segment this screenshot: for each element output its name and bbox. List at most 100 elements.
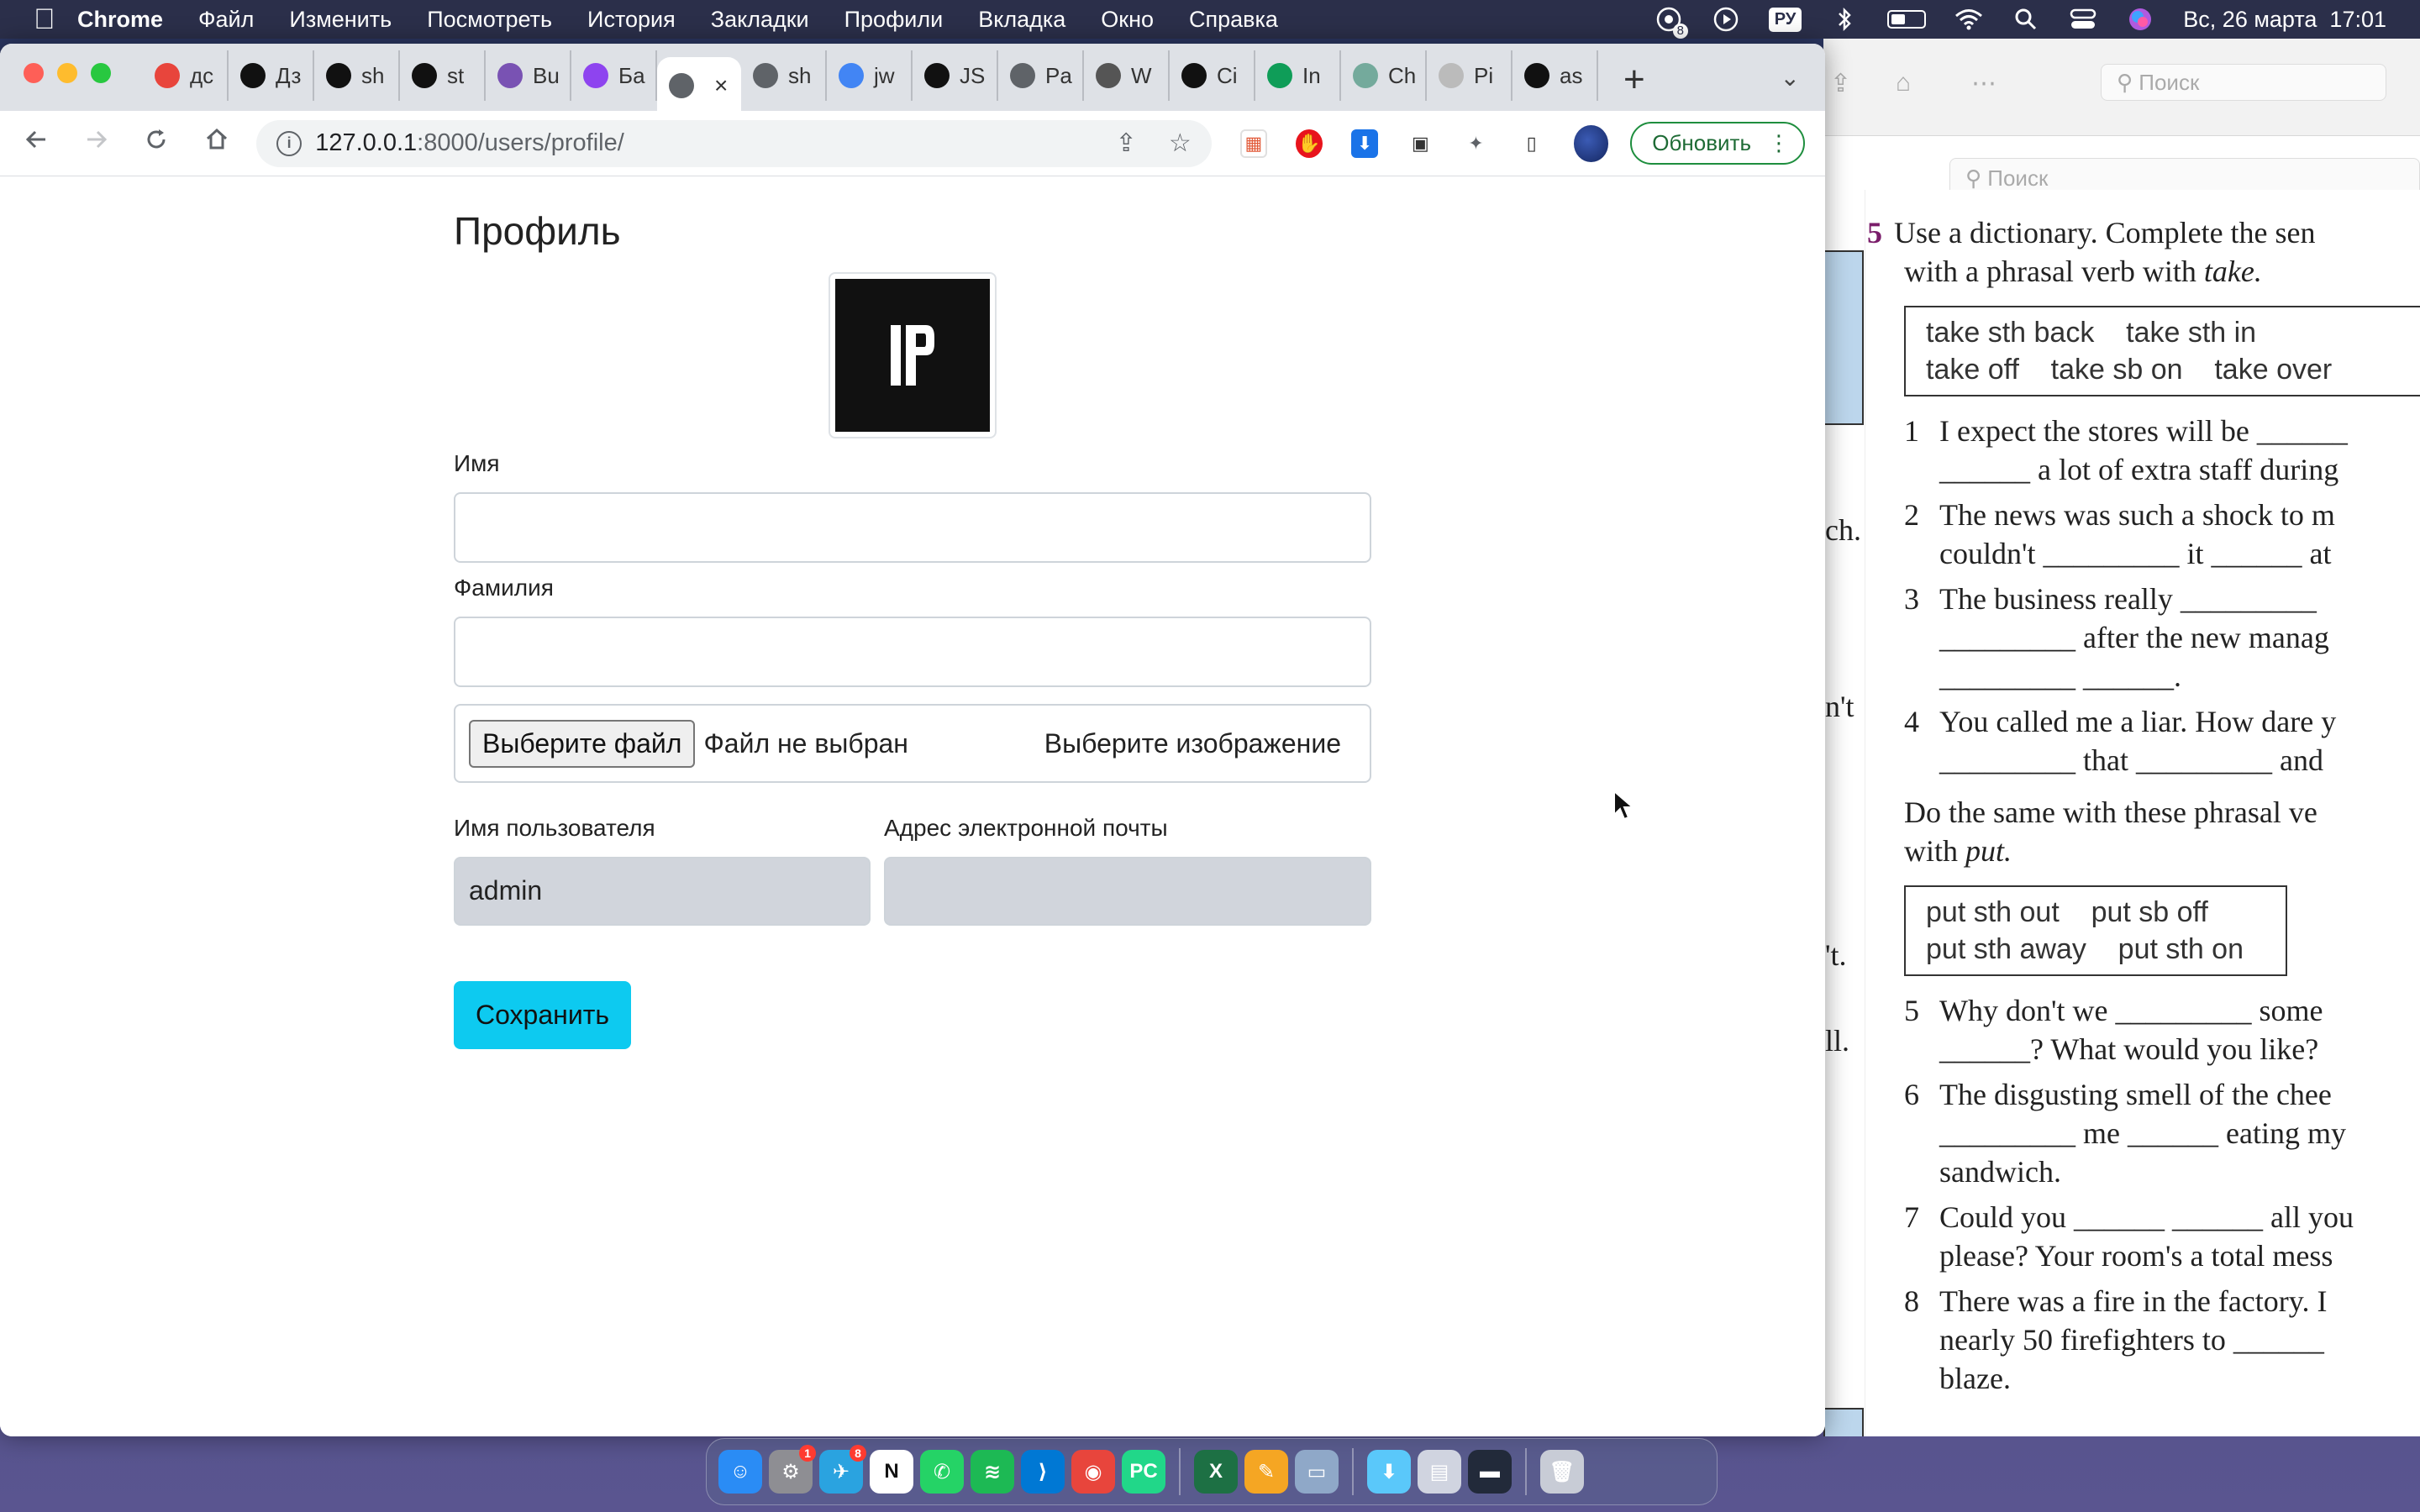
item-number: 4 xyxy=(1904,705,1919,738)
browser-tab[interactable]: In xyxy=(1255,50,1341,101)
browser-tab[interactable]: jw xyxy=(827,50,913,101)
control-center-icon[interactable] xyxy=(2069,5,2097,34)
last-name-input[interactable] xyxy=(454,617,1371,687)
menu-tab[interactable]: Вкладка xyxy=(978,7,1065,33)
zoom-window-button[interactable] xyxy=(91,63,111,83)
dock-app-glyph: ▭ xyxy=(1307,1460,1327,1483)
close-tab-icon[interactable]: × xyxy=(714,72,728,99)
clock-text[interactable]: Вс, 26 марта 17:01 xyxy=(2183,7,2386,33)
apple-icon[interactable]:  xyxy=(34,3,77,36)
tab-title: sh xyxy=(361,62,385,88)
account-row: Имя пользователя admin Адрес электронной… xyxy=(454,803,1371,926)
side-panel-icon[interactable]: ▯ xyxy=(1518,129,1545,158)
browser-tab[interactable]: st xyxy=(400,50,486,101)
share-icon[interactable]: ⇪ xyxy=(1116,129,1137,158)
download-extension-icon[interactable]: ⬇ xyxy=(1351,129,1379,158)
preview-icon[interactable]: ▭ xyxy=(1295,1450,1339,1494)
pycharm-icon[interactable]: PC xyxy=(1122,1450,1165,1494)
site-info-icon[interactable]: i xyxy=(276,130,302,156)
browser-tab[interactable]: Дз xyxy=(229,50,314,101)
minimize-window-button[interactable] xyxy=(57,63,77,83)
bluetooth-icon[interactable] xyxy=(1830,5,1859,34)
browser-tab[interactable]: JS xyxy=(913,50,998,101)
calendar-extension-icon[interactable]: ▦ xyxy=(1239,129,1268,158)
browser-tab[interactable]: Pi xyxy=(1427,50,1512,101)
reload-button[interactable] xyxy=(141,127,173,160)
browser-tab[interactable]: sh xyxy=(741,50,827,101)
update-button-label: Обновить xyxy=(1652,130,1751,155)
menu-history[interactable]: История xyxy=(587,7,676,33)
update-button[interactable]: Обновить ⋮ xyxy=(1630,122,1805,165)
window-thumbnail-icon[interactable]: ▬ xyxy=(1468,1450,1512,1494)
choose-file-button[interactable]: Выберите файл xyxy=(469,719,696,768)
menu-profiles[interactable]: Профили xyxy=(844,7,944,33)
menu-edit[interactable]: Изменить xyxy=(289,7,392,33)
browser-tab[interactable]: Ch xyxy=(1341,50,1427,101)
pages-icon[interactable]: ✎ xyxy=(1244,1450,1288,1494)
browser-tab[interactable]: Bu xyxy=(486,50,571,101)
word-box-put: put sth out put sb off put sth away put … xyxy=(1904,885,2287,976)
notion-icon[interactable]: N xyxy=(870,1450,913,1494)
browser-tab[interactable]: Ба xyxy=(571,50,657,101)
notification-center-icon[interactable]: 8 xyxy=(1655,5,1688,39)
menu-bookmarks[interactable]: Закладки xyxy=(711,7,809,33)
excel-icon[interactable]: X xyxy=(1194,1450,1238,1494)
menu-app-name[interactable]: Chrome xyxy=(77,7,163,33)
spotify-icon[interactable]: ≋ xyxy=(971,1450,1014,1494)
browser-tab[interactable]: Ci xyxy=(1170,50,1255,101)
file-hint-text: Выберите изображение xyxy=(1044,727,1341,759)
home-button[interactable] xyxy=(201,127,233,160)
left-page-text: ch. xyxy=(1825,513,1861,547)
vscode-icon[interactable]: ⟩ xyxy=(1021,1450,1065,1494)
telegram-icon[interactable]: ✈ 8 xyxy=(819,1445,866,1494)
browser-tab[interactable]: as xyxy=(1512,50,1598,101)
chrome-icon[interactable]: ◉ xyxy=(1071,1450,1115,1494)
input-language-badge[interactable]: РУ xyxy=(1768,7,1802,32)
play-icon[interactable] xyxy=(1712,5,1740,34)
address-bar[interactable]: i 127.0.0.1:8000/users/profile/ ⇪ ☆ xyxy=(256,119,1212,167)
menu-file[interactable]: Файл xyxy=(198,7,254,33)
dock-app-glyph: ▬ xyxy=(1480,1460,1500,1483)
share-icon[interactable]: ⇪ xyxy=(1830,69,1851,98)
system-settings-icon[interactable]: ⚙ 1 xyxy=(769,1445,816,1494)
more-icon[interactable]: ⋯ xyxy=(1971,69,1996,98)
close-window-button[interactable] xyxy=(24,63,44,83)
chatgpt-icon xyxy=(1353,63,1378,88)
extensions-puzzle-icon[interactable]: ✦ xyxy=(1462,129,1489,158)
tag-icon[interactable]: ⌂ xyxy=(1896,69,1911,97)
forward-button[interactable] xyxy=(81,127,113,160)
wifi-icon[interactable] xyxy=(1954,5,1983,34)
adblock-extension-icon[interactable]: ✋ xyxy=(1296,129,1323,158)
menu-window[interactable]: Окно xyxy=(1101,7,1154,33)
email-group: Адрес электронной почты xyxy=(884,803,1371,926)
item-text: _________ that _________ and xyxy=(1939,743,2323,777)
tab-search-chevron-icon[interactable]: ⌄ xyxy=(1781,64,1800,92)
kebab-menu-icon[interactable]: ⋮ xyxy=(1768,130,1790,156)
trash-icon[interactable]: 🗑 xyxy=(1540,1450,1584,1494)
battery-icon[interactable] xyxy=(1887,10,1927,29)
picture-in-picture-icon[interactable]: ▣ xyxy=(1407,129,1434,158)
profile-avatar[interactable] xyxy=(1573,124,1609,162)
browser-tab[interactable]: sh xyxy=(314,50,400,101)
save-button[interactable]: Сохранить xyxy=(454,981,632,1049)
tab-active[interactable]: × xyxy=(657,57,741,114)
new-tab-button[interactable]: + xyxy=(1623,59,1645,101)
browser-tab[interactable]: W xyxy=(1084,50,1170,101)
exercise-intro-emphasis: take. xyxy=(2203,255,2262,288)
spotlight-search-icon[interactable] xyxy=(2012,5,2040,34)
document-search-input[interactable]: ⚲ Поиск xyxy=(2101,64,2386,101)
word-box-line: put sth away put sth on xyxy=(1926,933,2244,965)
whatsapp-icon[interactable]: ✆ xyxy=(920,1450,964,1494)
siri-icon[interactable] xyxy=(2126,5,2154,34)
menu-view[interactable]: Посмотреть xyxy=(427,7,552,33)
menu-help[interactable]: Справка xyxy=(1189,7,1278,33)
browser-tab[interactable]: дс xyxy=(143,50,229,101)
first-name-input[interactable] xyxy=(454,492,1371,563)
downloads-folder-icon[interactable]: ⬇ xyxy=(1367,1450,1411,1494)
finder-icon[interactable]: ☺ xyxy=(718,1450,762,1494)
bookmark-star-icon[interactable]: ☆ xyxy=(1169,129,1192,158)
browser-tab[interactable]: Pa xyxy=(998,50,1084,101)
back-button[interactable] xyxy=(20,127,52,160)
mouse-cursor-icon xyxy=(1613,790,1635,821)
document-stack-icon[interactable]: ▤ xyxy=(1418,1450,1461,1494)
